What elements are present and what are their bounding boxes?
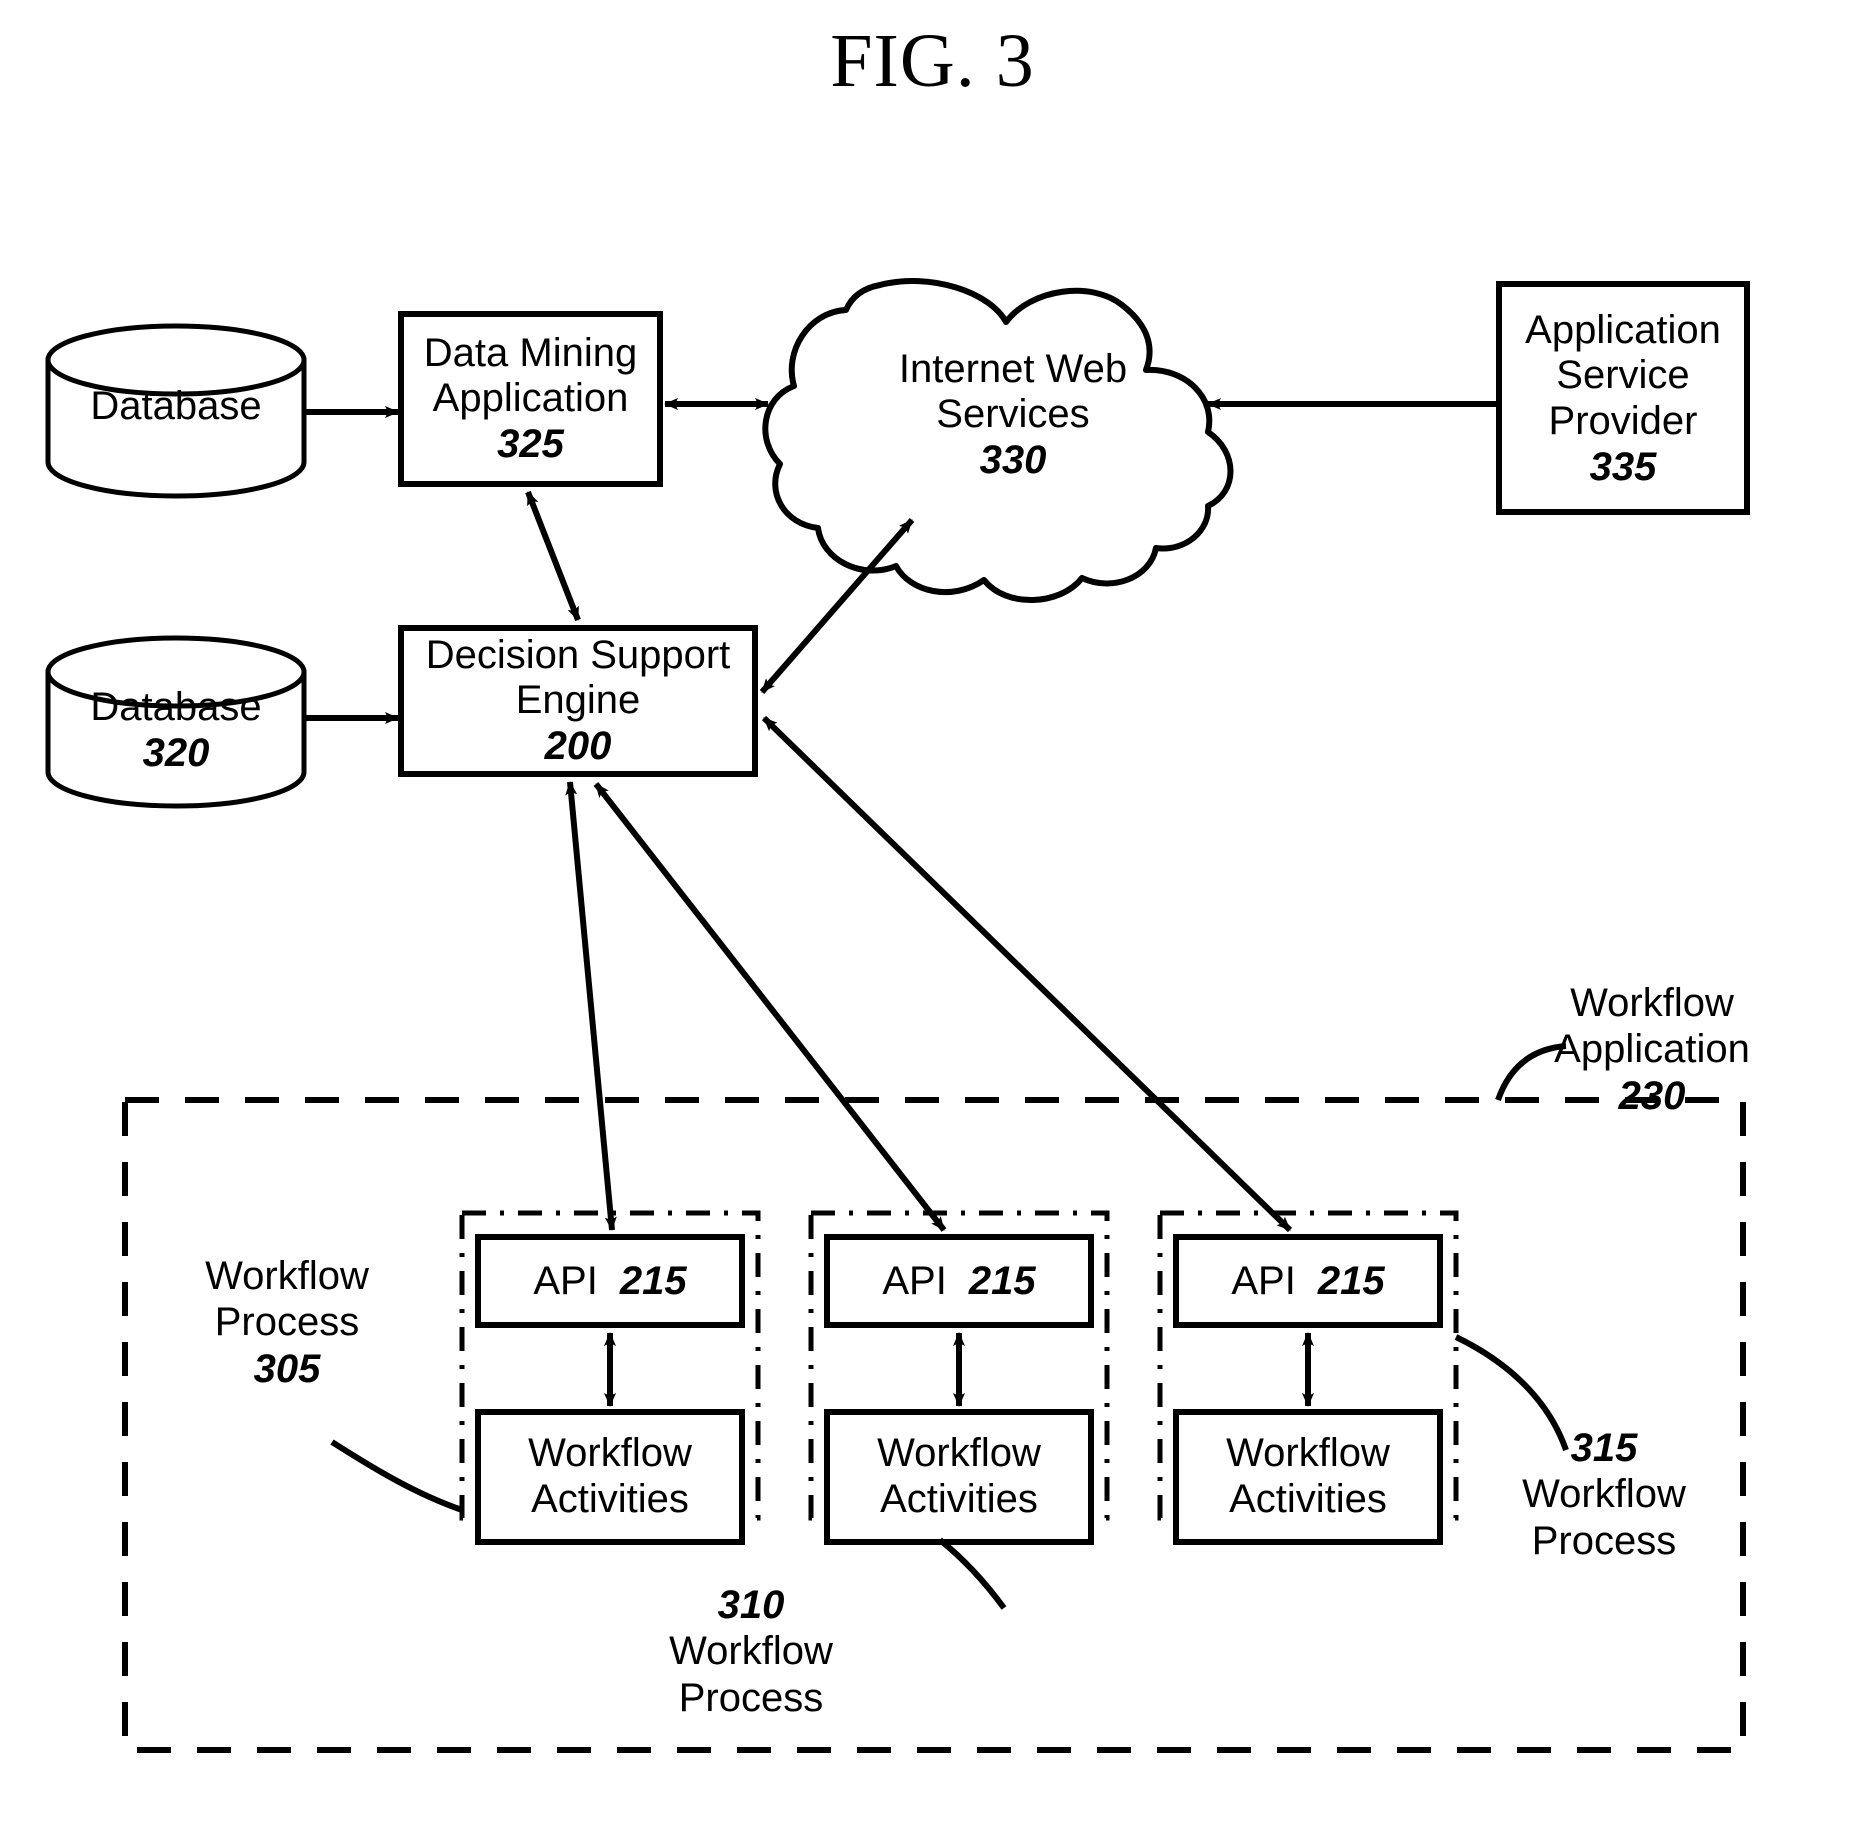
workflow-process-315-line1: Workflow	[1522, 1472, 1686, 1517]
connector-engine-to-api-1	[565, 781, 617, 1231]
workflow-application-line1: Workflow	[1570, 981, 1734, 1025]
workflow-process-305-annotation: Workflow Process 305	[152, 1253, 422, 1392]
api-ref-1: 215	[619, 1258, 687, 1303]
leader-workflow-process-305	[330, 1439, 463, 1513]
data-mining-ref: 325	[497, 421, 564, 466]
workflow-activities-label-3: Workflow Activities	[1176, 1412, 1440, 1542]
figure-title: FIG. 3	[830, 19, 1035, 103]
connector-engine-to-api-3	[761, 715, 1293, 1233]
workflow-application-line2: Application	[1554, 1027, 1750, 1072]
asp-line3: Provider	[1548, 399, 1698, 443]
decision-engine-line2: Engine	[515, 678, 641, 723]
api-text-3: API	[1231, 1258, 1296, 1303]
decision-engine-label: Decision Support Engine 200	[401, 630, 755, 772]
workflow-process-310-annotation: 310 Workflow Process	[586, 1582, 916, 1721]
asp-ref: 335	[1589, 444, 1657, 489]
workflow-process-310-line1: Workflow	[669, 1629, 833, 1674]
asp-label: Application Service Provider 335	[1499, 290, 1747, 508]
internet-cloud-line1: Internet Web	[898, 346, 1128, 391]
asp-line2: Service	[1556, 353, 1690, 398]
data-mining-label: Data Mining Application 325	[401, 314, 660, 484]
workflow-activities-3-line2: Activities	[1229, 1477, 1387, 1521]
api-label-2: API 215	[827, 1237, 1091, 1325]
database-bottom-ref: 320	[142, 731, 210, 775]
database-top-text: Database	[90, 384, 262, 429]
workflow-process-310-line2: Process	[678, 1675, 824, 1720]
database-bottom-text: Database	[90, 685, 262, 730]
workflow-process-315-line2: Process	[1531, 1518, 1677, 1563]
workflow-process-310-ref: 310	[717, 1583, 785, 1627]
workflow-process-315-ref: 315	[1570, 1426, 1638, 1470]
workflow-activities-2-line1: Workflow	[877, 1431, 1041, 1476]
api-label-1: API 215	[478, 1237, 742, 1325]
workflow-process-305-line2: Process	[214, 1300, 360, 1345]
api-label-3: API 215	[1176, 1237, 1440, 1325]
workflow-application-annotation: Workflow Application 230	[1502, 980, 1802, 1119]
connector-engine-to-api-2	[593, 782, 947, 1232]
workflow-activities-label-1: Workflow Activities	[478, 1412, 742, 1542]
database-bottom-label: Database 320	[48, 676, 304, 786]
workflow-activities-3-line1: Workflow	[1226, 1431, 1390, 1476]
api-ref-3: 215	[1317, 1258, 1385, 1303]
workflow-activities-label-2: Workflow Activities	[827, 1412, 1091, 1542]
internet-cloud-line2: Services	[936, 392, 1090, 437]
diagram-canvas	[45, 277, 1750, 1753]
asp-line1: Application	[1525, 307, 1721, 352]
leader-workflow-process-310	[938, 1537, 1007, 1610]
connector-data-mining-to-engine	[525, 490, 581, 622]
data-mining-line2: Application	[432, 376, 629, 421]
data-mining-line1: Data Mining	[423, 330, 638, 375]
decision-engine-ref: 200	[544, 723, 612, 768]
api-text-2: API	[882, 1258, 947, 1303]
workflow-process-315-annotation: 315 Workflow Process	[1464, 1425, 1744, 1564]
internet-cloud-ref: 330	[979, 437, 1047, 482]
workflow-activities-2-line2: Activities	[880, 1477, 1038, 1521]
internet-cloud-label: Internet Web Services 330	[828, 330, 1198, 500]
connector-engine-to-cloud	[759, 518, 915, 694]
api-text-1: API	[533, 1258, 598, 1303]
workflow-activities-1-line1: Workflow	[528, 1431, 692, 1476]
workflow-activities-1-line2: Activities	[531, 1477, 689, 1521]
workflow-process-305-ref: 305	[253, 1346, 321, 1391]
workflow-application-ref: 230	[1618, 1073, 1686, 1118]
decision-engine-line1: Decision Support	[425, 632, 731, 677]
workflow-process-305-line1: Workflow	[205, 1254, 369, 1298]
database-top-label: Database	[48, 372, 304, 442]
api-ref-2: 215	[968, 1258, 1036, 1303]
